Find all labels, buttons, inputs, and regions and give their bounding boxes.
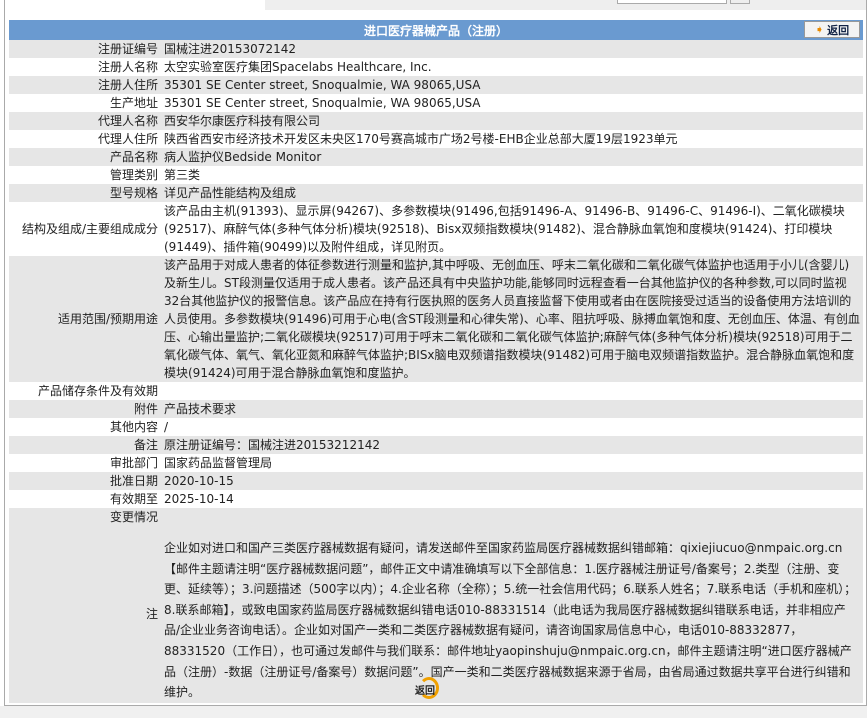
table-row: 其他内容 /	[9, 418, 863, 436]
field-label: 型号规格	[9, 184, 161, 202]
field-label: 其他内容	[109, 420, 158, 434]
table-row: 注册证编号 国械注进20153072142	[9, 40, 863, 58]
field-label: 批准日期	[9, 472, 161, 490]
field-value: 35301 SE Center street, Snoqualmie, WA 9…	[161, 76, 863, 94]
field-value: 该产品由主机(91393)、显示屏(94267)、多参数模块(91496,包括9…	[164, 204, 845, 254]
page-title: 进口医疗器械产品（注册）	[363, 23, 508, 38]
table-row: 注册人住所 35301 SE Center street, Snoqualmie,…	[9, 76, 863, 94]
field-label: 产品名称	[9, 148, 161, 166]
back-button-top[interactable]: ➧ 返回	[804, 21, 860, 38]
field-value: 陕西省西安市经济技术开发区未央区170号赛高城市广场2号楼-EHB企业总部大厦1…	[164, 132, 678, 146]
table-row: 附件 产品技术要求	[9, 400, 863, 418]
back-label: 返回	[415, 686, 435, 697]
table-row: 型号规格 详见产品性能结构及组成	[9, 184, 863, 202]
field-value: 国械注进20153072142	[161, 40, 863, 58]
table-row: 结构及组成/主要组成成分 该产品由主机(91393)、显示屏(94267)、多参数…	[9, 202, 863, 256]
table-header: 进口医疗器械产品（注册） ➧ 返回	[9, 20, 863, 40]
arrow-right-icon: ➧	[814, 23, 825, 36]
field-label: 生产地址	[109, 96, 158, 110]
table-row: 备注 原注册证编号：国械注进20153212142	[9, 436, 863, 454]
field-value: 35301 SE Center street, Snoqualmie, WA 9…	[164, 96, 481, 110]
table-row: 审批部门 国家药品监督管理局	[9, 454, 863, 472]
field-label: 产品储存条件及有效期	[37, 384, 158, 398]
table-row: 注册人名称 太空实验室医疗集团Spacelabs Healthcare, Inc.	[9, 58, 863, 76]
field-value: 该产品用于对成人患者的体征参数进行测量和监护,其中呼吸、无创血压、呼末二氧化碳和…	[161, 256, 863, 382]
field-value: 第三类	[164, 168, 201, 182]
field-value: 详见产品性能结构及组成	[161, 184, 863, 202]
back-button-bottom[interactable]: 返回	[413, 677, 443, 703]
back-label: 返回	[827, 23, 850, 37]
table-row: 产品储存条件及有效期	[9, 382, 863, 400]
field-value: 原注册证编号：国械注进20153212142	[161, 436, 863, 454]
table-row: 变更情况	[9, 508, 863, 526]
table-row: 适用范围/预期用途 该产品用于对成人患者的体征参数进行测量和监护,其中呼吸、无创血…	[9, 256, 863, 382]
field-value: 2025-10-14	[164, 492, 234, 506]
field-label: 代理人住所	[97, 132, 158, 146]
field-label: 注册人住所	[9, 76, 161, 94]
field-label: 结构及组成/主要组成成分	[21, 222, 158, 236]
table-row: 管理类别 第三类	[9, 166, 863, 184]
field-label: 附件	[9, 400, 161, 418]
table-row: 有效期至 2025-10-14	[9, 490, 863, 508]
field-label: 有效期至	[109, 492, 158, 506]
field-label: 变更情况	[9, 508, 161, 526]
table-row: 生产地址 35301 SE Center street, Snoqualmie, …	[9, 94, 863, 112]
detail-table: 进口医疗器械产品（注册） ➧ 返回 注册证编号 国械注进20153072142 注册人…	[9, 20, 863, 703]
field-label: 注册人名称	[97, 60, 158, 74]
bottom-bar	[0, 706, 867, 718]
field-value: 病人监护仪Bedside Monitor	[161, 148, 863, 166]
field-value: 产品技术要求	[161, 400, 863, 418]
field-value: 太空实验室医疗集团Spacelabs Healthcare, Inc.	[164, 60, 432, 74]
field-label: 注册证编号	[9, 40, 161, 58]
field-value	[161, 508, 863, 526]
field-value: 2020-10-15	[161, 472, 863, 490]
field-value: /	[164, 420, 169, 434]
field-label: 审批部门	[109, 456, 158, 470]
field-label: 代理人名称	[9, 112, 161, 130]
field-value: 国家药品监督管理局	[164, 456, 273, 470]
field-label: 注	[9, 526, 161, 703]
table-row: 产品名称 病人监护仪Bedside Monitor	[9, 148, 863, 166]
table-row: 代理人住所 陕西省西安市经济技术开发区未央区170号赛高城市广场2号楼-EHB企业…	[9, 130, 863, 148]
field-value: 西安华尔康医疗科技有限公司	[161, 112, 863, 130]
table-row: 批准日期 2020-10-15	[9, 472, 863, 490]
field-label: 备注	[9, 436, 161, 454]
field-value: 企业如对进口和国产三类医疗器械数据有疑问，请发送邮件至国家药监局医疗器械数据纠错…	[161, 526, 863, 703]
field-label: 适用范围/预期用途	[9, 256, 161, 382]
field-value	[161, 382, 863, 400]
field-label: 管理类别	[109, 168, 158, 182]
table-row: 代理人名称 西安华尔康医疗科技有限公司	[9, 112, 863, 130]
